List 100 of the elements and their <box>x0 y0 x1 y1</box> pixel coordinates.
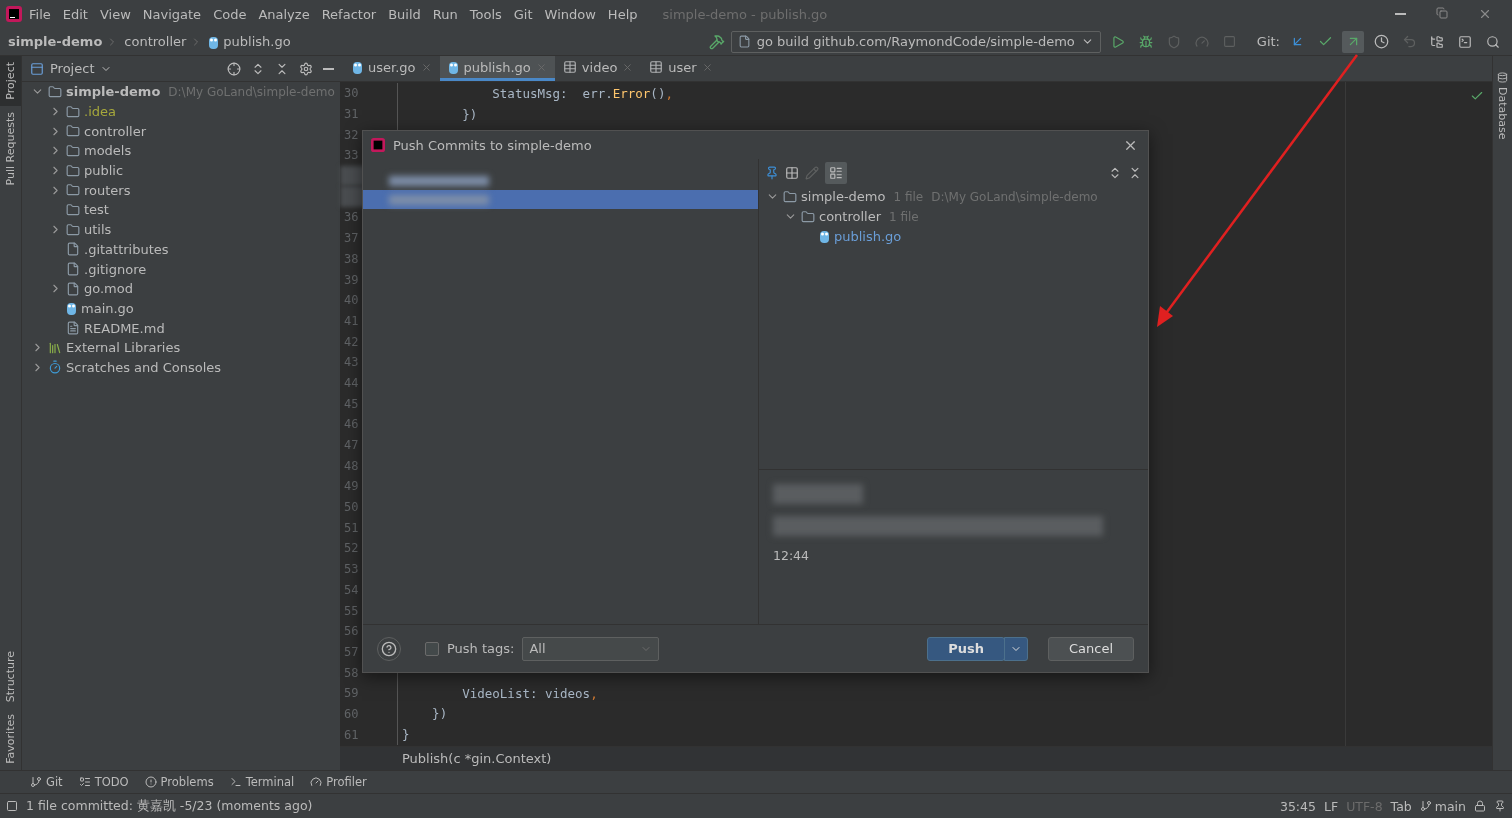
menu-item[interactable]: Help <box>602 6 643 22</box>
preview-icon <box>829 166 843 180</box>
menu-item[interactable]: Edit <box>57 6 93 22</box>
push-tags-checkbox[interactable] <box>425 641 439 656</box>
tool-window-button[interactable]: TODO <box>78 775 129 789</box>
alert-icon <box>144 776 157 788</box>
code-line: VideoList: videos, <box>461 685 598 701</box>
tree-item[interactable]: public <box>84 163 124 179</box>
breadcrumb-item[interactable]: controller <box>124 34 187 49</box>
menu-item[interactable]: Code <box>208 6 252 22</box>
tree-item[interactable]: controller <box>84 123 147 139</box>
line-number: 52 <box>343 541 360 556</box>
tool-window-tab[interactable]: Pull Requests <box>0 105 21 192</box>
tree-item[interactable]: utils <box>84 222 112 238</box>
panel-title[interactable]: Project <box>50 61 95 76</box>
tree-item[interactable]: README.md <box>84 320 165 336</box>
pin-icon <box>1494 800 1506 812</box>
editor-tab[interactable]: user.go <box>344 56 440 81</box>
tool-window-tab[interactable]: Structure <box>0 645 21 709</box>
line-number: 50 <box>343 500 360 515</box>
menu-item[interactable]: Refactor <box>316 6 382 22</box>
go-file-icon <box>819 229 830 244</box>
line-number: 59 <box>343 686 360 701</box>
branch-widget[interactable]: main <box>1419 798 1466 814</box>
folder-icon <box>66 202 80 217</box>
go-file-icon <box>447 60 459 74</box>
close-icon <box>1478 7 1492 21</box>
branch-icon <box>30 776 42 788</box>
go-file-icon <box>352 60 363 74</box>
tree-item[interactable]: go.mod <box>84 281 133 297</box>
tree-item[interactable]: routers <box>84 182 131 198</box>
tree-item[interactable]: main.go <box>81 300 134 316</box>
terminal-icon <box>229 776 242 788</box>
dialog-button[interactable]: Push <box>927 636 1005 661</box>
pin-icon <box>765 166 779 180</box>
go-file-icon <box>208 34 220 49</box>
dialog-title: Push Commits to simple-demo <box>393 137 593 153</box>
editor-tab[interactable]: user <box>641 56 721 81</box>
tool-window-tab[interactable]: Favorites <box>0 708 21 770</box>
help-button[interactable] <box>377 636 401 661</box>
menu-item[interactable]: Analyze <box>253 6 315 22</box>
clock-icon <box>1373 34 1389 49</box>
code-line: } <box>402 727 410 743</box>
menu-item[interactable]: File <box>24 6 56 22</box>
line-number: 46 <box>343 417 360 432</box>
tags-dropdown[interactable]: All <box>522 636 660 661</box>
tree-item[interactable]: controller <box>819 209 882 225</box>
tree-item[interactable]: External Libraries <box>66 340 181 356</box>
code-line: StatusMsg: err.Error(), <box>491 85 673 101</box>
line-number: 56 <box>343 624 360 639</box>
menu-item[interactable]: Build <box>383 6 426 22</box>
tree-item[interactable]: models <box>84 143 132 159</box>
menu-item[interactable]: Window <box>539 6 601 22</box>
minimize-icon[interactable] <box>323 67 334 70</box>
status-item[interactable]: 35:45 <box>1279 798 1316 814</box>
search-icon <box>1486 34 1500 49</box>
tree-item[interactable]: .idea <box>84 104 116 120</box>
context-breadcrumb[interactable]: Publish(c *gin.Context) <box>340 746 1492 770</box>
tree-item[interactable]: .gitignore <box>84 261 147 277</box>
undo-icon <box>1401 34 1417 49</box>
tree-item[interactable]: simple-demo <box>801 189 886 205</box>
file-icon <box>66 242 80 257</box>
dialog-button[interactable]: Cancel <box>1047 636 1134 661</box>
line-number: 44 <box>343 375 360 390</box>
menu-item[interactable]: Navigate <box>137 6 207 22</box>
tool-window-button[interactable]: Git <box>30 775 63 789</box>
git-action-button[interactable] <box>1342 30 1364 53</box>
close-icon <box>622 61 634 73</box>
grid-icon <box>785 166 799 180</box>
breadcrumb-item[interactable]: simple-demo <box>8 34 103 49</box>
status-item[interactable]: LF <box>1324 798 1339 814</box>
crosshair-icon <box>227 61 241 76</box>
editor-tab[interactable]: video <box>554 56 642 81</box>
tree-item[interactable]: publish.go <box>834 228 902 244</box>
menu-item[interactable]: Run <box>427 6 463 22</box>
tree-item[interactable]: simple-demo <box>66 84 161 100</box>
push-options-button[interactable] <box>1003 636 1028 661</box>
checkbox-label: Push tags: <box>447 641 515 656</box>
tool-window-button[interactable]: Profiler <box>310 775 367 789</box>
menu-item[interactable]: Tools <box>464 6 507 22</box>
tree-item[interactable]: .gitattributes <box>84 241 169 257</box>
run-configuration-dropdown[interactable]: go build github.com/RaymondCode/simple-demo <box>730 30 1101 53</box>
check-icon <box>1470 89 1484 103</box>
menu-item[interactable]: Git <box>508 6 538 22</box>
tree-item[interactable]: test <box>84 202 109 218</box>
tool-window-tab[interactable]: Database <box>1496 66 1509 146</box>
tool-window-button[interactable]: Terminal <box>229 775 295 789</box>
file-icon <box>737 35 751 48</box>
tree-item[interactable]: Scratches and Consoles <box>66 359 222 375</box>
tool-window-tab[interactable]: Project <box>0 56 21 106</box>
line-number: 41 <box>343 313 360 328</box>
editor-tab[interactable]: publish.go <box>439 56 555 81</box>
commit-time: 12:44 <box>773 548 811 563</box>
line-number: 47 <box>343 438 360 453</box>
status-item[interactable]: Tab <box>1390 798 1412 814</box>
module-folder-icon <box>48 84 62 99</box>
folder-icon <box>66 104 80 119</box>
tool-window-button[interactable]: Problems <box>144 775 214 789</box>
breadcrumb-item[interactable]: publish.go <box>223 34 291 49</box>
menu-item[interactable]: View <box>94 6 136 22</box>
